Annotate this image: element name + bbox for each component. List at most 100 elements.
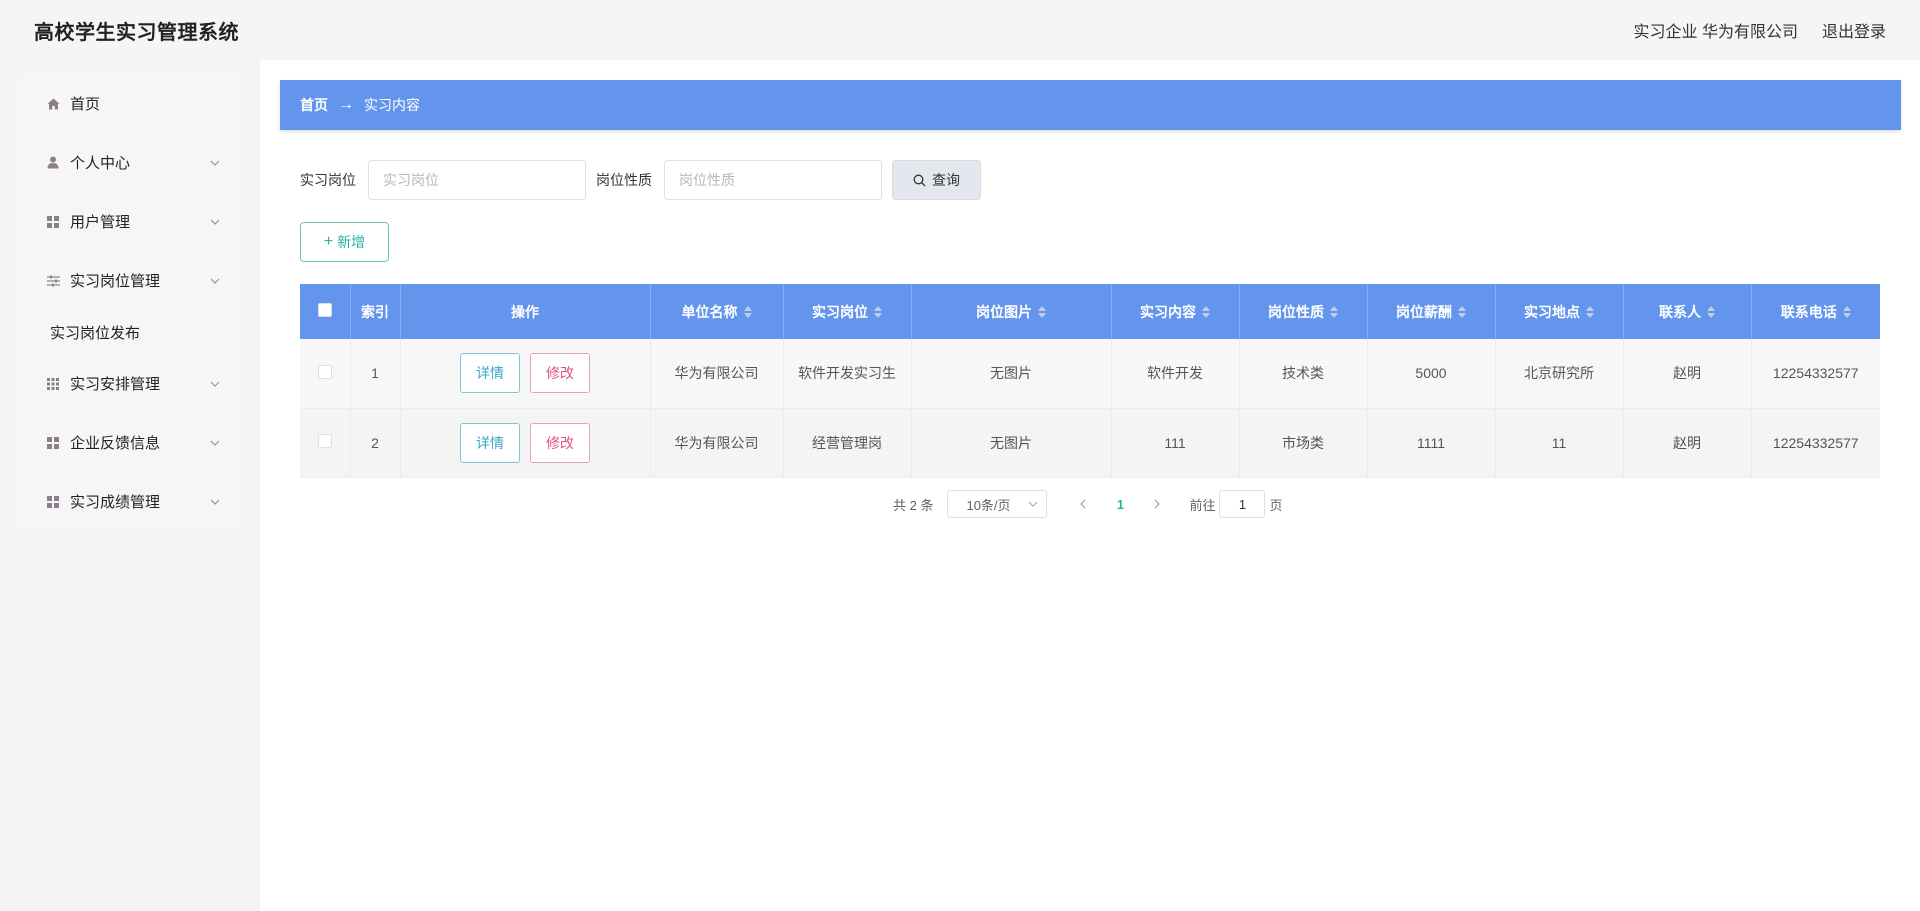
sidebar-item-grade-management[interactable]: 实习成绩管理	[18, 472, 240, 531]
sidebar-item-label: 个人中心	[70, 155, 131, 172]
sort-icon[interactable]	[1458, 305, 1466, 318]
table-header-row: 索引 操作 单位名称 实习岗位 岗位图片 实习内容 岗位性质 岗位薪酬 实习地点…	[300, 284, 1880, 339]
sidebar-item-internship-position-management[interactable]: 实习岗位管理	[18, 251, 240, 310]
page-size-select[interactable]: 10条/页	[947, 490, 1048, 518]
cell-position: 软件开发实习生	[783, 339, 912, 409]
sort-icon[interactable]	[1038, 305, 1046, 318]
breadcrumb-home[interactable]: 首页	[300, 95, 328, 115]
sort-icon[interactable]	[1842, 305, 1851, 318]
cell-index: 2	[350, 408, 401, 478]
next-page-button[interactable]	[1143, 490, 1171, 518]
cell-image: 无图片	[911, 408, 1112, 478]
app-title: 高校学生实习管理系统	[34, 21, 239, 44]
goto-page: 前往 页	[1189, 490, 1283, 518]
position-search-input[interactable]	[368, 160, 586, 200]
sidebar-item-home[interactable]: 首页	[18, 74, 240, 133]
cell-company: 华为有限公司	[650, 408, 784, 478]
column-header-position[interactable]: 实习岗位	[783, 284, 912, 339]
cell-nature: 市场类	[1239, 408, 1368, 478]
search-form: 实习岗位 岗位性质 查询	[300, 160, 981, 200]
column-header-actions: 操作	[400, 284, 651, 339]
sidebar-item-user-management[interactable]: 用户管理	[18, 192, 240, 251]
row-select-cell[interactable]	[300, 408, 351, 478]
sidebar-menu: 首页 个人中心 用户管理 实习岗位管理 实习岗位发布 实习安排管理 企业反馈信息…	[18, 74, 240, 531]
prev-page-button[interactable]	[1069, 490, 1097, 518]
cell-position: 经营管理岗	[783, 408, 912, 478]
edit-button[interactable]: 修改	[529, 353, 590, 394]
edit-button[interactable]: 修改	[529, 422, 590, 463]
sort-icon[interactable]	[1330, 305, 1338, 318]
nature-search-input[interactable]	[664, 160, 882, 200]
user-icon	[46, 156, 60, 170]
column-header-phone[interactable]: 联系电话	[1751, 284, 1880, 339]
nature-label: 岗位性质	[596, 172, 652, 188]
page-suffix: 页	[1269, 497, 1283, 513]
cell-nature: 技术类	[1239, 339, 1368, 409]
column-header-index: 索引	[350, 284, 401, 339]
sidebar-item-label: 企业反馈信息	[70, 435, 161, 452]
add-button[interactable]: + 新增	[300, 222, 389, 262]
cell-phone: 12254332577	[1751, 339, 1880, 409]
breadcrumb-current: 实习内容	[364, 97, 420, 113]
grid-icon	[46, 436, 60, 450]
sort-icon[interactable]	[1707, 305, 1715, 318]
column-header-image[interactable]: 岗位图片	[911, 284, 1112, 339]
current-user-info: 实习企业 华为有限公司	[1633, 24, 1798, 41]
row-checkbox[interactable]	[317, 364, 332, 379]
sort-icon[interactable]	[874, 305, 882, 318]
sidebar-item-label: 实习成绩管理	[70, 494, 161, 511]
sidebar-item-internship-arrangement[interactable]: 实习安排管理	[18, 354, 240, 413]
sidebar: 首页 个人中心 用户管理 实习岗位管理 实习岗位发布 实习安排管理 企业反馈信息…	[0, 60, 260, 911]
row-select-cell[interactable]	[300, 339, 351, 409]
sidebar-subitem-position-publish[interactable]: 实习岗位发布	[18, 310, 240, 354]
cell-actions: 详情 修改	[400, 339, 651, 409]
logout-link[interactable]: 退出登录	[1822, 18, 1886, 42]
internship-content-table: 索引 操作 单位名称 实习岗位 岗位图片 实习内容 岗位性质 岗位薪酬 实习地点…	[300, 284, 1880, 478]
query-button-label: 查询	[932, 172, 960, 188]
sort-icon[interactable]	[1586, 305, 1594, 318]
column-header-contact[interactable]: 联系人	[1623, 284, 1752, 339]
sliders-icon	[46, 274, 60, 288]
select-all-checkbox[interactable]	[317, 303, 332, 317]
column-header-content[interactable]: 实习内容	[1111, 284, 1240, 339]
goto-page-input[interactable]	[1219, 490, 1266, 518]
sidebar-item-label: 用户管理	[70, 214, 131, 231]
cell-salary: 5000	[1367, 339, 1496, 409]
sort-icon[interactable]	[743, 305, 752, 318]
select-all-header[interactable]	[300, 284, 351, 339]
grid-icon	[46, 495, 60, 509]
sidebar-item-enterprise-feedback[interactable]: 企业反馈信息	[18, 413, 240, 472]
chevron-down-icon	[1029, 501, 1038, 507]
chevron-down-icon	[210, 499, 220, 505]
sidebar-item-personal-center[interactable]: 个人中心	[18, 133, 240, 192]
sort-icon[interactable]	[1202, 305, 1210, 318]
detail-button[interactable]: 详情	[460, 353, 521, 394]
row-checkbox[interactable]	[317, 434, 332, 448]
cell-actions: 详情 修改	[400, 408, 651, 478]
top-header: 高校学生实习管理系统 实习企业 华为有限公司 退出登录	[0, 0, 1920, 60]
chevron-down-icon	[210, 440, 220, 446]
chevron-right-icon	[1155, 499, 1161, 509]
chevron-left-icon	[1080, 499, 1086, 509]
column-header-company[interactable]: 单位名称	[650, 284, 784, 339]
column-header-nature[interactable]: 岗位性质	[1239, 284, 1368, 339]
search-icon	[913, 174, 926, 187]
detail-button[interactable]: 详情	[460, 422, 521, 463]
cell-salary: 1111	[1367, 408, 1496, 478]
cell-location: 北京研究所	[1495, 339, 1624, 409]
query-button[interactable]: 查询	[892, 160, 981, 200]
cell-contact: 赵明	[1623, 408, 1752, 478]
cell-content: 111	[1111, 408, 1240, 478]
column-header-location[interactable]: 实习地点	[1495, 284, 1624, 339]
home-icon	[46, 97, 60, 111]
goto-label: 前往	[1189, 497, 1216, 513]
page-number-current[interactable]: 1	[1105, 490, 1135, 518]
header-actions: 实习企业 华为有限公司 退出登录	[1634, 18, 1886, 42]
grid-small-icon	[46, 377, 60, 391]
breadcrumb: 首页 → 实习内容	[280, 80, 1901, 130]
sidebar-item-label: 实习安排管理	[70, 376, 161, 393]
chevron-down-icon	[210, 160, 220, 166]
column-header-salary[interactable]: 岗位薪酬	[1367, 284, 1496, 339]
pagination: 共 2 条 10条/页 1 前往 页	[893, 490, 1283, 518]
chevron-down-icon	[210, 219, 220, 225]
